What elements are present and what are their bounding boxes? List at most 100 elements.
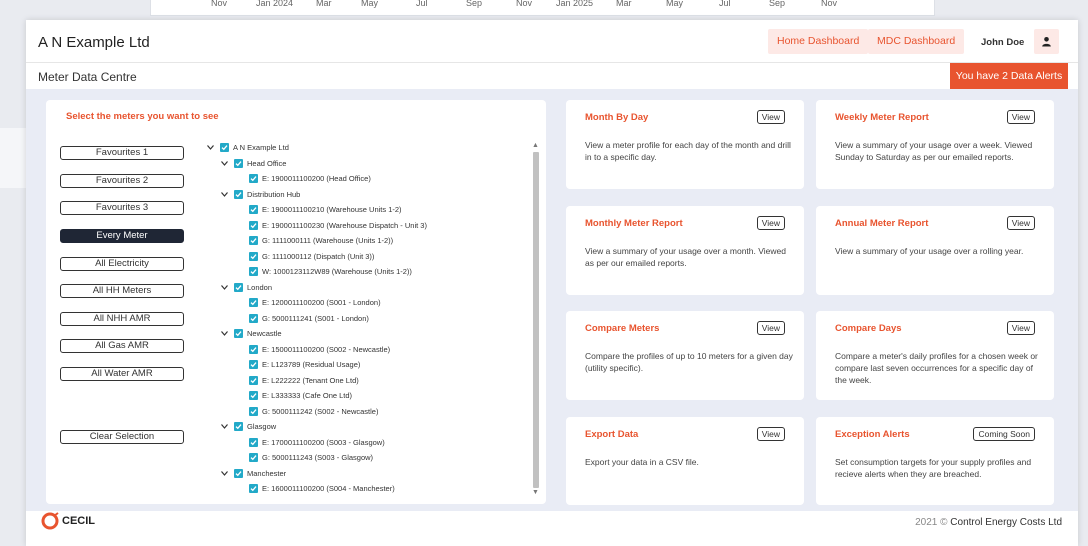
- view-button[interactable]: View: [756, 321, 785, 335]
- filter-button-all-hh-meters[interactable]: All HH Meters: [60, 284, 184, 298]
- filter-button-favourites-1[interactable]: Favourites 1: [60, 146, 184, 160]
- card-weekly-meter-report: Weekly Meter Report View View a summary of…: [816, 100, 1054, 189]
- scroll-up-icon[interactable]: ▲: [532, 142, 539, 149]
- filter-button-all-water-amr[interactable]: All Water AMR: [60, 367, 184, 381]
- checkbox-checked-icon[interactable]: [249, 344, 258, 354]
- logo-text: CECIL: [62, 515, 95, 527]
- tree-meter[interactable]: E: L123789 (Residual Usage): [249, 357, 360, 372]
- copyright: 2021 © Control Energy Costs Ltd: [915, 517, 1062, 528]
- checkbox-checked-icon[interactable]: [249, 360, 258, 369]
- checkbox-checked-icon[interactable]: [234, 329, 243, 338]
- tree-label: E: 1700011100200 (S003 - Glasgow): [262, 437, 385, 447]
- tree-meter[interactable]: E: 1700011100200 (S003 - Glasgow): [249, 435, 385, 450]
- view-button[interactable]: View: [756, 110, 785, 124]
- checkbox-checked-icon[interactable]: [234, 189, 243, 199]
- tree-label: G: 5000111241 (S001 - London): [262, 313, 369, 323]
- card-description: Compare the profiles of up to 10 meters …: [585, 351, 793, 373]
- view-button[interactable]: View: [1006, 216, 1035, 230]
- data-alerts-button[interactable]: You have 2 Data Alerts: [950, 63, 1068, 89]
- checkbox-checked-icon[interactable]: [234, 422, 243, 431]
- checkbox-checked-icon[interactable]: [249, 313, 258, 323]
- tree-meter[interactable]: E: 1500011100200 (S002 - Newcastle): [249, 342, 390, 357]
- clear-selection-button[interactable]: Clear Selection: [60, 430, 184, 444]
- card-monthly-meter-report: Monthly Meter Report View View a summary o…: [566, 206, 804, 295]
- tree-group[interactable]: Head Office: [220, 156, 286, 171]
- tree-meter[interactable]: E: 1900011100230 (Warehouse Dispatch - U…: [249, 218, 427, 233]
- card-exception-alerts: Exception Alerts Coming Soon Set consumpti…: [816, 417, 1054, 505]
- filter-button-all-nhh-amr[interactable]: All NHH AMR: [60, 312, 184, 326]
- tree-meter[interactable]: E: L222222 (Tenant One Ltd): [249, 373, 359, 388]
- tree-meter[interactable]: G: 1111000111 (Warehouse (Units 1-2)): [249, 233, 393, 248]
- tree-meter[interactable]: G: 5000111243 (S003 - Glasgow): [249, 450, 373, 465]
- footer: CECIL 2021 © Control Energy Costs Ltd: [26, 511, 1078, 546]
- checkbox-checked-icon[interactable]: [249, 406, 258, 416]
- checkbox-checked-icon[interactable]: [249, 174, 258, 183]
- checkbox-checked-icon[interactable]: [249, 391, 258, 400]
- checkbox-checked-icon[interactable]: [249, 375, 258, 385]
- user-menu-button[interactable]: [1034, 29, 1059, 54]
- view-button[interactable]: View: [756, 427, 785, 441]
- view-button[interactable]: View: [756, 216, 785, 230]
- filter-button-all-gas-amr[interactable]: All Gas AMR: [60, 339, 184, 353]
- tree-label: E: 1200011100200 (S001 - London): [262, 298, 381, 307]
- chevron-down-icon[interactable]: [220, 469, 228, 477]
- user-icon: [1042, 37, 1051, 47]
- checkbox-checked-icon[interactable]: [249, 437, 258, 447]
- tree-meter[interactable]: E: 1900011100200 (Head Office): [249, 171, 371, 186]
- checkbox-checked-icon[interactable]: [249, 220, 258, 230]
- tree-group[interactable]: Newcastle: [220, 326, 282, 341]
- chevron-down-icon[interactable]: [220, 159, 228, 167]
- checkbox-checked-icon[interactable]: [249, 236, 258, 245]
- chevron-down-icon[interactable]: [220, 190, 228, 198]
- background-axis-label: Mar: [316, 0, 332, 8]
- checkbox-checked-icon[interactable]: [249, 205, 258, 214]
- tree-label: E: 1500011100200 (S002 - Newcastle): [262, 344, 391, 354]
- tree-meter[interactable]: E: 1600011100200 (S004 - Manchester): [249, 481, 395, 496]
- background-axis-label: Jan 2025: [556, 0, 594, 8]
- filter-button-all-electricity[interactable]: All Electricity: [60, 257, 184, 271]
- mdc-dashboard-button[interactable]: MDC Dashboard: [868, 29, 965, 54]
- checkbox-checked-icon[interactable]: [234, 468, 243, 478]
- checkbox-checked-icon[interactable]: [220, 143, 229, 152]
- chevron-down-icon[interactable]: [220, 283, 228, 291]
- filter-button-every-meter[interactable]: Every Meter: [60, 229, 184, 243]
- tree-meter[interactable]: W: 1000123112W89 (Warehouse (Units 1-2)): [249, 264, 412, 279]
- card-export-data: Export Data View Export your data in a CSV…: [566, 417, 804, 505]
- tree-meter[interactable]: E: L333333 (Cafe One Ltd): [249, 388, 352, 403]
- tree-meter[interactable]: G: 5000111241 (S001 - London): [249, 311, 369, 326]
- tree-meter[interactable]: G: 5000111242 (S002 - Newcastle): [249, 404, 378, 419]
- tree-group[interactable]: London: [220, 280, 272, 295]
- checkbox-checked-icon[interactable]: [234, 282, 243, 292]
- copyright-company: Control Energy Costs Ltd: [950, 517, 1062, 528]
- tree-group[interactable]: Glasgow: [220, 419, 276, 434]
- checkbox-checked-icon[interactable]: [249, 251, 258, 261]
- coming-soon-button[interactable]: Coming Soon: [973, 427, 1035, 441]
- checkbox-checked-icon[interactable]: [234, 158, 243, 168]
- tree-meter[interactable]: E: 1200011100200 (S001 - London): [249, 295, 381, 310]
- tree-group[interactable]: Manchester: [220, 466, 286, 481]
- checkbox-checked-icon[interactable]: [249, 453, 258, 462]
- view-button[interactable]: View: [1006, 321, 1035, 335]
- view-button[interactable]: View: [1006, 110, 1035, 124]
- tree-scrollbar[interactable]: ▲ ▼: [531, 142, 541, 498]
- tree-meter[interactable]: G: 1111000112 (Dispatch (Unit 3)): [249, 249, 374, 264]
- card-compare-days: Compare Days View Compare a meter's daily …: [816, 311, 1054, 400]
- background-axis-label: Jan 2024: [256, 0, 294, 8]
- chevron-down-icon[interactable]: [220, 330, 228, 338]
- chevron-down-icon[interactable]: [206, 144, 214, 152]
- tree-meter[interactable]: E: 1900011100210 (Warehouse Units 1-2): [249, 202, 402, 217]
- checkbox-checked-icon[interactable]: [249, 267, 258, 276]
- checkbox-checked-icon[interactable]: [249, 298, 258, 307]
- background-axis-label: Nov: [516, 0, 533, 8]
- scrollbar-thumb[interactable]: [533, 152, 539, 488]
- home-dashboard-button[interactable]: Home Dashboard: [768, 29, 869, 54]
- filter-button-favourites-2[interactable]: Favourites 2: [60, 174, 184, 188]
- tree-label: Glasgow: [247, 422, 277, 431]
- filter-button-favourites-3[interactable]: Favourites 3: [60, 201, 184, 215]
- card-description: Set consumption targets for your supply …: [835, 457, 1032, 479]
- checkbox-checked-icon[interactable]: [249, 484, 258, 493]
- chevron-down-icon[interactable]: [220, 423, 228, 431]
- tree-root[interactable]: A N Example Ltd: [206, 140, 289, 155]
- scroll-down-icon[interactable]: ▼: [532, 489, 539, 496]
- tree-group[interactable]: Distribution Hub: [220, 187, 300, 202]
